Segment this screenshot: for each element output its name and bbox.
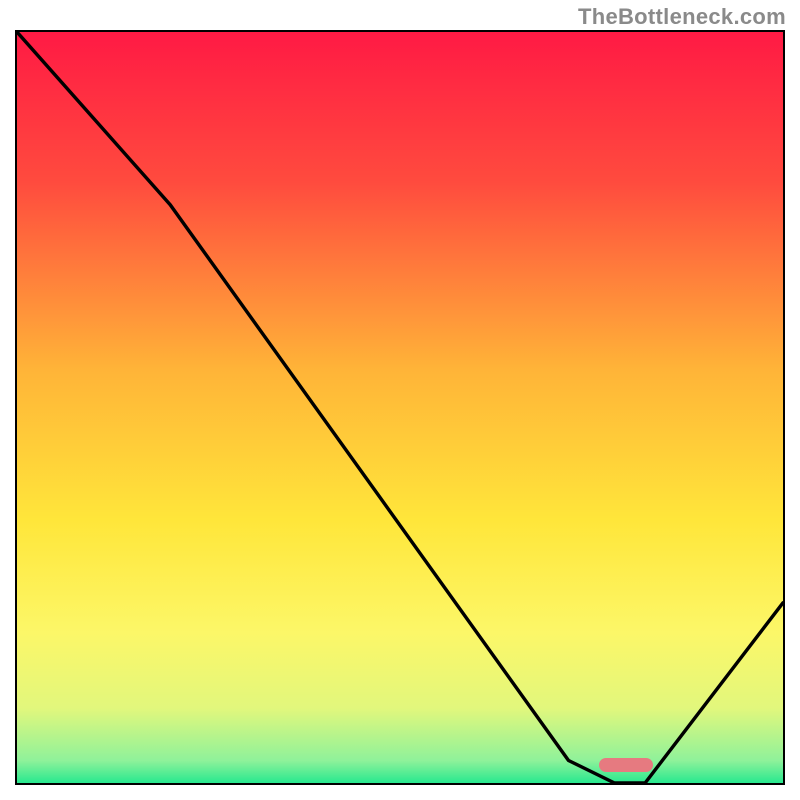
chart-line bbox=[17, 32, 783, 783]
optimal-range-marker bbox=[599, 758, 653, 772]
watermark: TheBottleneck.com bbox=[578, 4, 786, 30]
chart-area bbox=[15, 30, 785, 785]
